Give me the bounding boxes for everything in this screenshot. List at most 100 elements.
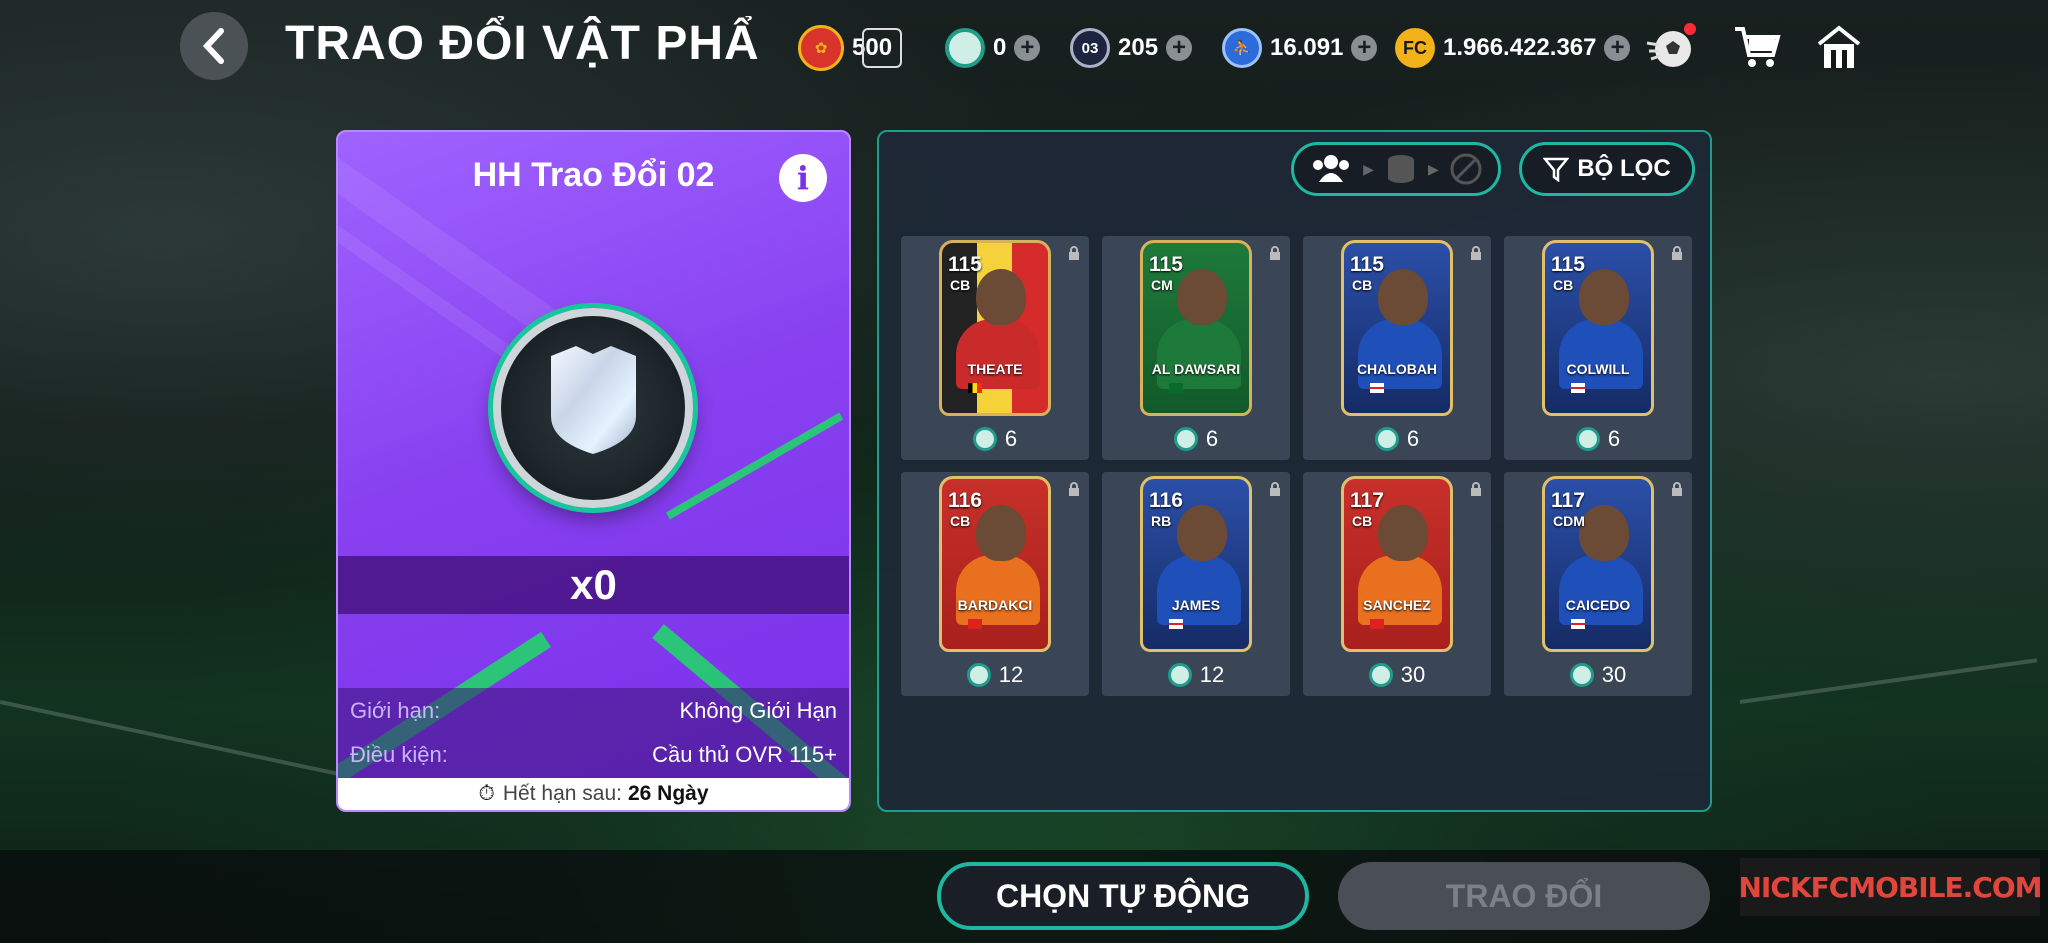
home-button[interactable] xyxy=(1812,20,1866,74)
add-coins-button[interactable]: + xyxy=(1604,35,1631,61)
site-watermark: NICKFCMOBILE.COM xyxy=(1738,858,2043,916)
back-button[interactable] xyxy=(180,12,248,80)
currency-player-token[interactable]: ⛹ 16.091 + xyxy=(1222,24,1378,72)
player-card[interactable]: 115 CB CHALOBAH 6 xyxy=(1303,236,1491,460)
shop-button[interactable] xyxy=(1730,20,1784,74)
diamond-gem-icon xyxy=(945,28,985,68)
player-selection-panel: ▶ ▶ BỘ LỌC 115 CB THEATE 6 115 CM AL DAWSARI 6 1… xyxy=(877,130,1712,812)
trade-button[interactable]: TRAO ĐỔI xyxy=(1338,862,1710,930)
exchange-cost: 30 xyxy=(1303,662,1491,688)
nation-flag-icon xyxy=(1169,383,1183,393)
player-figure xyxy=(1358,555,1442,625)
player-position: CB xyxy=(1352,513,1373,529)
item-slot-icon xyxy=(862,28,903,68)
player-ovr: 117 xyxy=(1551,489,1585,512)
nation-flag-icon xyxy=(968,619,982,629)
football-menu-button[interactable] xyxy=(1644,20,1698,74)
player-card-art: 116 RB JAMES xyxy=(1140,476,1252,652)
shopping-cart-icon xyxy=(1735,27,1781,67)
chevron-right-icon: ▶ xyxy=(1363,160,1374,177)
cost-value: 30 xyxy=(1601,662,1627,687)
lock-icon xyxy=(1471,246,1481,260)
player-name: BARDAKCI xyxy=(957,597,1033,613)
cost-value: 30 xyxy=(1400,662,1426,687)
cost-value: 6 xyxy=(1406,426,1420,451)
info-button[interactable]: i xyxy=(779,154,827,202)
cost-value: 6 xyxy=(1004,426,1018,451)
limit-value: Không Giới Hạn xyxy=(679,698,837,723)
lock-icon xyxy=(1069,482,1079,496)
player-position: CDM xyxy=(1553,513,1585,529)
currency-gem[interactable]: 0 + xyxy=(945,24,1041,72)
sort-toggle-group[interactable]: ▶ ▶ xyxy=(1291,142,1501,196)
exchange-cost: 12 xyxy=(1102,662,1290,688)
lock-icon xyxy=(1672,246,1682,260)
currency-value: 0 xyxy=(993,34,1007,61)
chevron-left-icon xyxy=(202,28,224,64)
add-gem-button[interactable]: + xyxy=(1014,35,1041,61)
limit-row: Giới hạn: Không Giới Hạn xyxy=(350,698,837,724)
player-name: CHALOBAH xyxy=(1356,361,1438,377)
nation-flag-icon xyxy=(1370,619,1384,629)
lock-icon xyxy=(1471,482,1481,496)
player-name: THEATE xyxy=(967,361,1023,377)
exchange-cost: 12 xyxy=(901,662,1089,688)
add-ticket-button[interactable]: + xyxy=(1166,35,1193,61)
player-portrait xyxy=(1579,505,1629,561)
lock-icon xyxy=(1270,482,1280,496)
player-card-art: 116 CB BARDAKCI xyxy=(939,476,1051,652)
cost-value: 6 xyxy=(1607,426,1621,451)
player-card[interactable]: 116 RB JAMES 12 xyxy=(1102,472,1290,696)
player-figure xyxy=(956,555,1040,625)
player-card-art: 115 CB COLWILL xyxy=(1542,240,1654,416)
player-name: SANCHEZ xyxy=(1363,597,1431,613)
limit-label: Giới hạn: xyxy=(350,698,441,723)
player-position: RB xyxy=(1151,513,1172,529)
add-token-button[interactable]: + xyxy=(1351,35,1378,61)
player-name: COLWILL xyxy=(1566,361,1630,377)
cost-value: 6 xyxy=(1205,426,1219,451)
player-position: CB xyxy=(1553,277,1574,293)
player-ovr: 115 xyxy=(948,253,982,276)
player-portrait xyxy=(976,269,1026,325)
player-portrait xyxy=(976,505,1026,561)
filter-label: BỘ LỌC xyxy=(1577,155,1671,182)
player-card[interactable]: 115 CM AL DAWSARI 6 xyxy=(1102,236,1290,460)
player-ovr: 115 xyxy=(1149,253,1183,276)
expiry-label: Hết hạn sau: xyxy=(502,782,622,805)
lock-icon xyxy=(1270,246,1280,260)
auto-select-button[interactable]: CHỌN TỰ ĐỘNG xyxy=(937,862,1309,930)
condition-value: Cầu thủ OVR 115+ xyxy=(652,742,837,767)
exchange-cost: 6 xyxy=(1102,426,1290,452)
currency-event[interactable]: ✿ 500 xyxy=(798,24,903,72)
cost-value: 12 xyxy=(998,662,1024,687)
player-figure xyxy=(1559,555,1643,625)
player-name: CAICEDO xyxy=(1565,597,1631,613)
filter-button[interactable]: BỘ LỌC xyxy=(1519,142,1695,196)
currency-coins[interactable]: FC 1.966.422.367 + xyxy=(1395,24,1631,72)
event-badge-icon: ✿ xyxy=(798,25,844,71)
cost-value: 12 xyxy=(1199,662,1225,687)
pack-title: HH Trao Đổi 02 xyxy=(472,156,715,194)
nation-flag-icon xyxy=(1169,619,1183,629)
condition-row: Điều kiện: Cầu thủ OVR 115+ xyxy=(350,742,837,768)
player-card[interactable]: 115 CB THEATE 6 xyxy=(901,236,1089,460)
exchange-pack-panel: HH Trao Đổi 02 i x0 Giới hạn: Không Giới… xyxy=(336,130,851,812)
player-figure xyxy=(1358,319,1442,389)
player-card-art: 115 CB CHALOBAH xyxy=(1341,240,1453,416)
expiry-bar: ⏱ Hết hạn sau: 26 Ngày xyxy=(338,778,849,810)
player-card-art: 115 CM AL DAWSARI xyxy=(1140,240,1252,416)
shield-crystal-icon xyxy=(551,346,636,454)
player-token-icon: ⛹ xyxy=(1222,28,1262,68)
player-card[interactable]: 116 CB BARDAKCI 12 xyxy=(901,472,1089,696)
nation-flag-icon xyxy=(1370,383,1384,393)
currency-ticket[interactable]: 03 205 + xyxy=(1070,24,1193,72)
decor-beam xyxy=(666,412,844,520)
player-card[interactable]: 115 CB COLWILL 6 xyxy=(1504,236,1692,460)
player-card[interactable]: 117 CDM CAICEDO 30 xyxy=(1504,472,1692,696)
player-portrait xyxy=(1378,505,1428,561)
player-card[interactable]: 117 CB SANCHEZ 30 xyxy=(1303,472,1491,696)
stopwatch-icon: ⏱ xyxy=(478,782,495,805)
nation-flag-icon xyxy=(1571,619,1585,629)
player-name: AL DAWSARI xyxy=(1151,361,1241,377)
